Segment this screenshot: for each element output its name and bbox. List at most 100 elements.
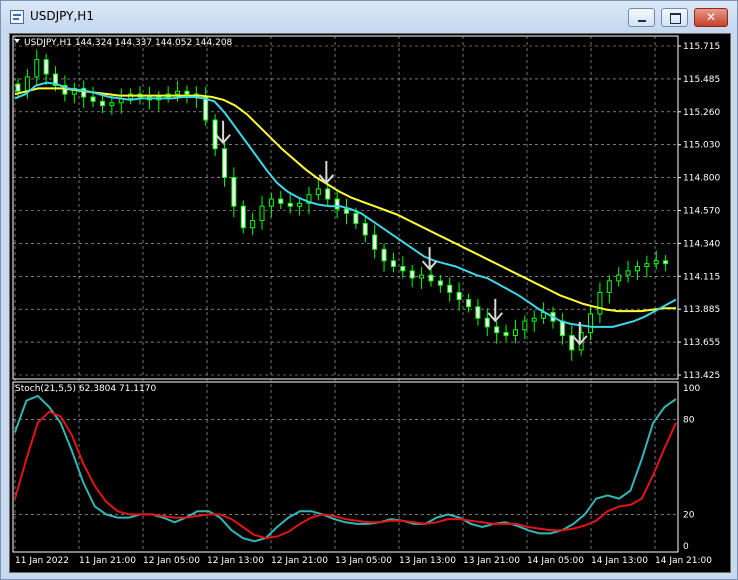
candle <box>531 317 537 322</box>
sell-arrow-icon <box>487 298 504 323</box>
candle <box>353 212 359 224</box>
candle <box>381 248 387 262</box>
price-tick-label: 115.715 <box>683 42 720 52</box>
candle <box>268 198 274 207</box>
chart-window: USDJPY,H1 ✕ 115.715 115.485 115.260 115.030… <box>0 0 738 580</box>
time-tick-label: 12 Jan 05:00 <box>143 556 200 566</box>
candle <box>634 266 640 272</box>
candle <box>315 188 321 196</box>
time-tick-label: 13 Jan 21:00 <box>463 556 520 566</box>
stoch-signal-line <box>14 410 677 540</box>
time-tick-label: 11 Jan 21:00 <box>79 556 136 566</box>
candle <box>390 260 396 268</box>
candle <box>297 202 303 207</box>
candle <box>522 320 528 331</box>
close-button[interactable]: ✕ <box>694 8 728 27</box>
ma-fast-line <box>14 81 677 328</box>
candle <box>588 313 594 334</box>
candle <box>644 263 650 268</box>
price-tick-label: 114.800 <box>683 174 720 184</box>
candle <box>184 90 190 95</box>
candle <box>250 220 256 229</box>
axes: 115.715 115.485 115.260 115.030 114.800 114.5… <box>15 42 720 566</box>
candle <box>503 332 509 336</box>
candle <box>43 59 49 75</box>
price-tick-label: 113.885 <box>683 305 720 315</box>
chart-canvas[interactable]: 115.715 115.485 115.260 115.030 114.800 114.5… <box>10 34 730 572</box>
price-tick-label: 115.485 <box>683 75 720 85</box>
candle <box>24 76 30 92</box>
candle <box>34 59 40 78</box>
sell-arrow-icon <box>421 247 438 271</box>
time-tick-label: 12 Jan 13:00 <box>207 556 264 566</box>
candle <box>447 284 453 293</box>
price-panel-header: USDJPY,H1 144.324 144.337 144.052 144.20… <box>24 38 233 48</box>
candle <box>653 260 659 265</box>
candle <box>456 291 462 301</box>
price-tick-label: 114.570 <box>683 207 720 217</box>
time-tick-label: 14 Jan 21:00 <box>655 556 712 566</box>
candle <box>409 270 415 279</box>
candle <box>663 260 669 265</box>
candle <box>15 83 21 92</box>
time-tick-label: 13 Jan 05:00 <box>335 556 392 566</box>
time-tick-label: 12 Jan 21:00 <box>271 556 328 566</box>
minimize-button[interactable] <box>628 8 655 27</box>
price-tick-label: 115.030 <box>683 141 720 151</box>
candle <box>334 198 340 210</box>
maximize-button[interactable] <box>661 8 688 27</box>
time-tick-label: 14 Jan 13:00 <box>591 556 648 566</box>
candle <box>597 291 603 315</box>
candle <box>362 222 368 236</box>
candle <box>419 274 425 279</box>
title-bar[interactable]: USDJPY,H1 ✕ <box>1 1 737 31</box>
candle <box>428 274 434 282</box>
candle <box>109 102 115 107</box>
price-tick-label: 115.260 <box>683 108 720 118</box>
candle <box>278 198 284 204</box>
candle <box>512 329 518 336</box>
candle <box>287 202 293 207</box>
candle <box>325 188 331 200</box>
candle <box>259 205 265 222</box>
stoch-tick-label: 100 <box>683 384 700 394</box>
chart-area[interactable]: 115.715 115.485 115.260 115.030 114.800 114.5… <box>9 33 731 573</box>
candle <box>175 90 181 95</box>
close-icon: ✕ <box>705 10 717 24</box>
candle <box>344 208 349 214</box>
candle <box>221 148 227 178</box>
candle <box>606 280 612 293</box>
candle <box>437 280 443 286</box>
candle <box>231 176 237 207</box>
stochastic-panel-header: Stoch(21,5,5) 62.3804 71.1170 <box>15 384 156 394</box>
price-tick-label: 113.655 <box>683 338 720 348</box>
price-tick-label: 114.340 <box>683 239 720 249</box>
sell-arrow-icon <box>215 120 231 145</box>
candle <box>616 274 622 282</box>
candle <box>400 266 406 272</box>
candle <box>559 320 565 336</box>
time-tick-label: 14 Jan 05:00 <box>527 556 584 566</box>
candle <box>494 326 500 334</box>
stoch-tick-label: 0 <box>683 542 689 552</box>
price-tick-label: 113.425 <box>683 371 720 381</box>
candle <box>240 205 246 229</box>
stoch-tick-label: 20 <box>683 510 695 520</box>
stochastic-panel[interactable] <box>14 394 677 543</box>
candle <box>372 234 378 250</box>
candle <box>475 306 481 319</box>
candle <box>484 317 490 328</box>
chart-window-icon <box>10 10 24 24</box>
time-tick-label: 13 Jan 13:00 <box>399 556 456 566</box>
candle <box>203 96 209 121</box>
candle <box>625 270 631 276</box>
candle <box>99 100 105 107</box>
stoch-tick-label: 80 <box>683 416 695 426</box>
candle <box>212 119 218 150</box>
grid <box>12 35 679 553</box>
candle <box>466 299 472 308</box>
price-panel[interactable] <box>14 49 677 361</box>
time-tick-label: 11 Jan 2022 <box>15 556 69 566</box>
candle <box>90 96 96 102</box>
window-title: USDJPY,H1 <box>30 9 94 23</box>
